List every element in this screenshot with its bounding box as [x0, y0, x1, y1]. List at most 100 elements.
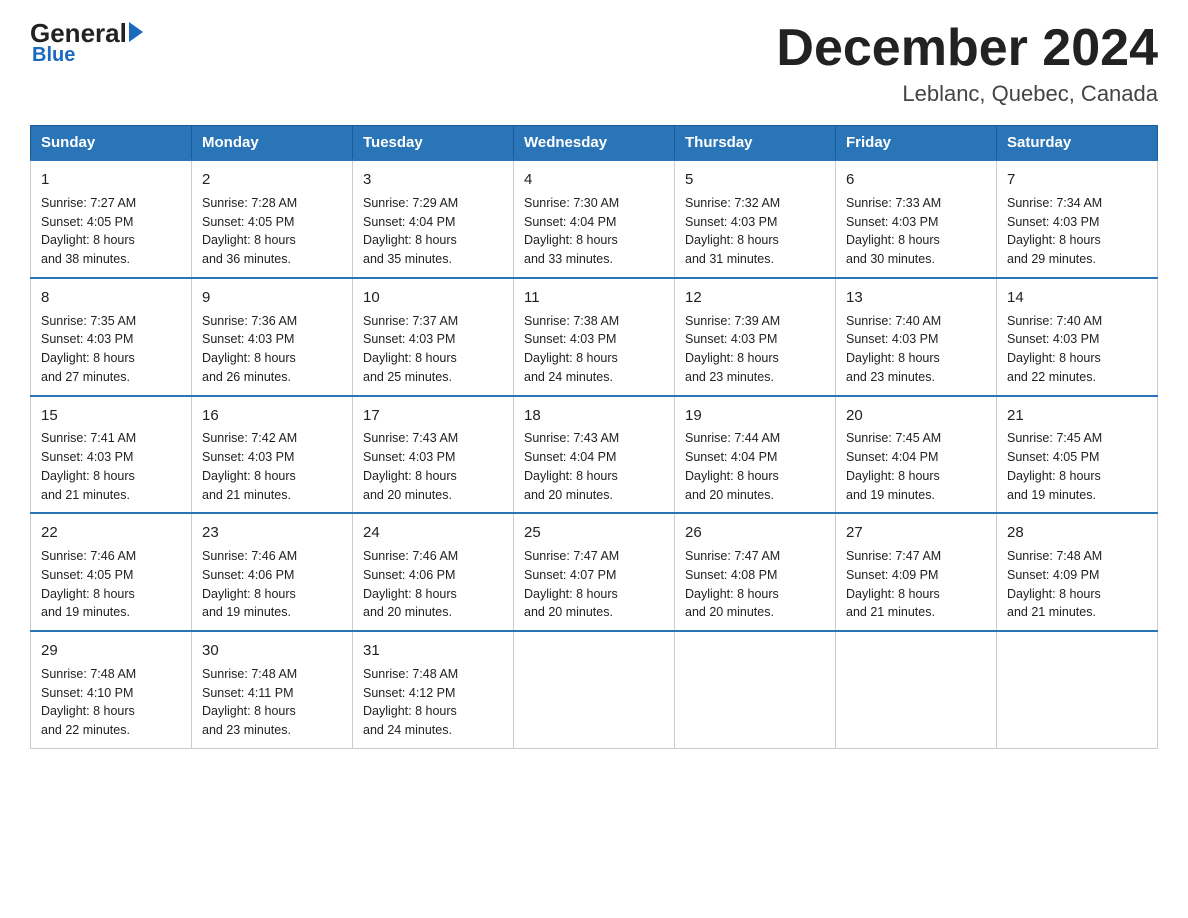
day-info: Sunrise: 7:48 AMSunset: 4:12 PMDaylight:…	[363, 665, 503, 740]
calendar-cell: 11 Sunrise: 7:38 AMSunset: 4:03 PMDayligh…	[514, 278, 675, 396]
calendar-cell: 19Sunrise: 7:44 AMSunset: 4:04 PMDayligh…	[675, 396, 836, 514]
header-thursday: Thursday	[675, 126, 836, 161]
day-number: 26	[685, 522, 825, 544]
day-info: Sunrise: 7:38 AMSunset: 4:03 PMDaylight:…	[524, 312, 664, 387]
day-info: Sunrise: 7:28 AMSunset: 4:05 PMDaylight:…	[202, 194, 342, 269]
day-info: Sunrise: 7:39 AMSunset: 4:03 PMDaylight:…	[685, 312, 825, 387]
logo-triangle-icon	[129, 22, 143, 42]
calendar-cell: 15Sunrise: 7:41 AMSunset: 4:03 PMDayligh…	[31, 396, 192, 514]
calendar-cell: 28Sunrise: 7:48 AMSunset: 4:09 PMDayligh…	[997, 513, 1158, 631]
day-info: Sunrise: 7:45 AMSunset: 4:05 PMDaylight:…	[1007, 429, 1147, 504]
day-info: Sunrise: 7:32 AMSunset: 4:03 PMDaylight:…	[685, 194, 825, 269]
location-title: Leblanc, Quebec, Canada	[776, 81, 1158, 107]
calendar-cell: 27 Sunrise: 7:47 AMSunset: 4:09 PMDayligh…	[836, 513, 997, 631]
calendar-cell: 31 Sunrise: 7:48 AMSunset: 4:12 PMDayligh…	[353, 631, 514, 748]
day-info: Sunrise: 7:30 AMSunset: 4:04 PMDaylight:…	[524, 194, 664, 269]
day-info: Sunrise: 7:34 AMSunset: 4:03 PMDaylight:…	[1007, 194, 1147, 269]
day-number: 5	[685, 169, 825, 191]
calendar-cell: 3 Sunrise: 7:29 AMSunset: 4:04 PMDaylight…	[353, 160, 514, 278]
day-number: 15	[41, 405, 181, 427]
page-header: General Blue December 2024 Leblanc, Queb…	[30, 20, 1158, 107]
calendar-table: SundayMondayTuesdayWednesdayThursdayFrid…	[30, 125, 1158, 749]
day-info: Sunrise: 7:43 AMSunset: 4:03 PMDaylight:…	[363, 429, 503, 504]
title-section: December 2024 Leblanc, Quebec, Canada	[776, 20, 1158, 107]
calendar-cell: 9Sunrise: 7:36 AMSunset: 4:03 PMDaylight…	[192, 278, 353, 396]
day-info: Sunrise: 7:37 AMSunset: 4:03 PMDaylight:…	[363, 312, 503, 387]
day-number: 13	[846, 287, 986, 309]
day-number: 8	[41, 287, 181, 309]
day-info: Sunrise: 7:42 AMSunset: 4:03 PMDaylight:…	[202, 429, 342, 504]
calendar-cell: 20Sunrise: 7:45 AMSunset: 4:04 PMDayligh…	[836, 396, 997, 514]
calendar-week-row: 8 Sunrise: 7:35 AMSunset: 4:03 PMDaylight…	[31, 278, 1158, 396]
calendar-week-row: 15Sunrise: 7:41 AMSunset: 4:03 PMDayligh…	[31, 396, 1158, 514]
calendar-cell: 16Sunrise: 7:42 AMSunset: 4:03 PMDayligh…	[192, 396, 353, 514]
day-info: Sunrise: 7:29 AMSunset: 4:04 PMDaylight:…	[363, 194, 503, 269]
day-number: 2	[202, 169, 342, 191]
day-info: Sunrise: 7:33 AMSunset: 4:03 PMDaylight:…	[846, 194, 986, 269]
logo-general: General	[30, 20, 127, 46]
day-number: 28	[1007, 522, 1147, 544]
calendar-cell: 26 Sunrise: 7:47 AMSunset: 4:08 PMDayligh…	[675, 513, 836, 631]
calendar-cell: 12Sunrise: 7:39 AMSunset: 4:03 PMDayligh…	[675, 278, 836, 396]
day-info: Sunrise: 7:41 AMSunset: 4:03 PMDaylight:…	[41, 429, 181, 504]
day-info: Sunrise: 7:35 AMSunset: 4:03 PMDaylight:…	[41, 312, 181, 387]
day-number: 9	[202, 287, 342, 309]
calendar-week-row: 22Sunrise: 7:46 AMSunset: 4:05 PMDayligh…	[31, 513, 1158, 631]
calendar-cell: 8 Sunrise: 7:35 AMSunset: 4:03 PMDaylight…	[31, 278, 192, 396]
day-info: Sunrise: 7:44 AMSunset: 4:04 PMDaylight:…	[685, 429, 825, 504]
day-number: 7	[1007, 169, 1147, 191]
day-info: Sunrise: 7:40 AMSunset: 4:03 PMDaylight:…	[846, 312, 986, 387]
day-number: 17	[363, 405, 503, 427]
calendar-cell	[675, 631, 836, 748]
month-title: December 2024	[776, 20, 1158, 77]
calendar-cell: 6 Sunrise: 7:33 AMSunset: 4:03 PMDaylight…	[836, 160, 997, 278]
day-number: 4	[524, 169, 664, 191]
calendar-cell: 25Sunrise: 7:47 AMSunset: 4:07 PMDayligh…	[514, 513, 675, 631]
day-info: Sunrise: 7:43 AMSunset: 4:04 PMDaylight:…	[524, 429, 664, 504]
day-info: Sunrise: 7:45 AMSunset: 4:04 PMDaylight:…	[846, 429, 986, 504]
day-number: 1	[41, 169, 181, 191]
day-number: 27	[846, 522, 986, 544]
day-number: 21	[1007, 405, 1147, 427]
calendar-cell	[997, 631, 1158, 748]
calendar-header-row: SundayMondayTuesdayWednesdayThursdayFrid…	[31, 126, 1158, 161]
day-number: 18	[524, 405, 664, 427]
day-info: Sunrise: 7:46 AMSunset: 4:05 PMDaylight:…	[41, 547, 181, 622]
calendar-cell	[514, 631, 675, 748]
day-number: 19	[685, 405, 825, 427]
calendar-cell: 24Sunrise: 7:46 AMSunset: 4:06 PMDayligh…	[353, 513, 514, 631]
day-number: 16	[202, 405, 342, 427]
day-number: 29	[41, 640, 181, 662]
header-friday: Friday	[836, 126, 997, 161]
calendar-cell: 13 Sunrise: 7:40 AMSunset: 4:03 PMDayligh…	[836, 278, 997, 396]
header-tuesday: Tuesday	[353, 126, 514, 161]
calendar-cell	[836, 631, 997, 748]
day-number: 25	[524, 522, 664, 544]
header-wednesday: Wednesday	[514, 126, 675, 161]
day-info: Sunrise: 7:47 AMSunset: 4:09 PMDaylight:…	[846, 547, 986, 622]
day-number: 10	[363, 287, 503, 309]
day-info: Sunrise: 7:47 AMSunset: 4:08 PMDaylight:…	[685, 547, 825, 622]
header-saturday: Saturday	[997, 126, 1158, 161]
calendar-cell: 1 Sunrise: 7:27 AMSunset: 4:05 PMDaylight…	[31, 160, 192, 278]
calendar-cell: 22Sunrise: 7:46 AMSunset: 4:05 PMDayligh…	[31, 513, 192, 631]
day-info: Sunrise: 7:46 AMSunset: 4:06 PMDaylight:…	[202, 547, 342, 622]
day-number: 31	[363, 640, 503, 662]
day-info: Sunrise: 7:48 AMSunset: 4:11 PMDaylight:…	[202, 665, 342, 740]
logo: General Blue	[30, 20, 143, 67]
calendar-cell: 21Sunrise: 7:45 AMSunset: 4:05 PMDayligh…	[997, 396, 1158, 514]
day-number: 3	[363, 169, 503, 191]
calendar-cell: 18Sunrise: 7:43 AMSunset: 4:04 PMDayligh…	[514, 396, 675, 514]
calendar-cell: 17Sunrise: 7:43 AMSunset: 4:03 PMDayligh…	[353, 396, 514, 514]
header-sunday: Sunday	[31, 126, 192, 161]
calendar-cell: 30 Sunrise: 7:48 AMSunset: 4:11 PMDayligh…	[192, 631, 353, 748]
day-info: Sunrise: 7:46 AMSunset: 4:06 PMDaylight:…	[363, 547, 503, 622]
day-number: 6	[846, 169, 986, 191]
day-info: Sunrise: 7:27 AMSunset: 4:05 PMDaylight:…	[41, 194, 181, 269]
day-number: 14	[1007, 287, 1147, 309]
day-number: 30	[202, 640, 342, 662]
day-number: 11	[524, 287, 664, 309]
calendar-cell: 10 Sunrise: 7:37 AMSunset: 4:03 PMDayligh…	[353, 278, 514, 396]
logo-blue: Blue	[32, 44, 75, 67]
day-number: 23	[202, 522, 342, 544]
